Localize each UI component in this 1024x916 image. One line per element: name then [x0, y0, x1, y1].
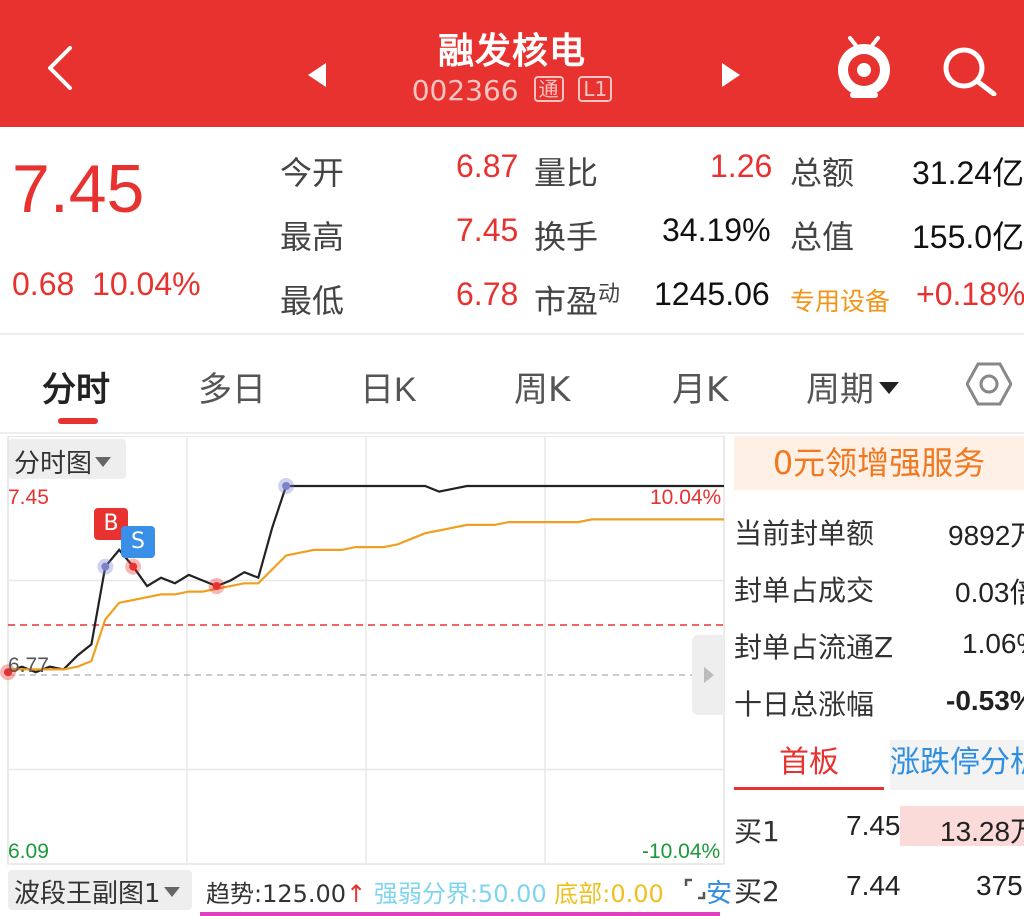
signal-dot [129, 562, 138, 571]
stat-value-turnover-amount: 31.24亿 [912, 155, 1024, 191]
stat-label-turnover-amount: 总额 [790, 154, 855, 192]
sector-change: +0.18% [916, 276, 1024, 312]
chevron-right-icon [704, 667, 714, 683]
axis-price-high: 7.45 [8, 486, 49, 509]
stat-value-market-cap: 155.0亿 [912, 219, 1024, 255]
caret-down-icon [879, 382, 899, 394]
signal-dot [101, 562, 110, 571]
tab-indicator [58, 418, 98, 424]
ten-day-change-label: 十日总涨幅 [734, 688, 875, 721]
stat-label-low: 最低 [280, 282, 345, 320]
search-icon[interactable] [940, 44, 998, 96]
stat-label-turnover-rate: 换手 [534, 218, 599, 256]
ten-day-change-value: -0.53% [946, 685, 1024, 716]
stat-label-high: 最高 [280, 218, 345, 256]
stat-value-low: 6.78 [456, 276, 519, 312]
bid2-label: 买2 [734, 875, 780, 908]
bid1-volume: 13.28万 [940, 816, 1024, 847]
stat-label-volume-ratio: 量比 [534, 154, 599, 192]
divider [0, 432, 1024, 434]
stat-value-high: 7.45 [456, 212, 519, 248]
strength-value: 50.00 [477, 880, 547, 908]
axis-pct-low: -10.04% [642, 840, 721, 863]
tab-period-label: 周期 [806, 370, 874, 410]
stat-value-volume-ratio: 1.26 [710, 148, 773, 184]
seal-amount-value: 9892万 [948, 520, 1024, 551]
stat-value-turnover-rate: 34.19% [662, 212, 771, 248]
trend-value: 125.00 [262, 880, 347, 908]
tab-period[interactable]: 周期 [806, 362, 900, 411]
seal-vs-volume-value: 0.03倍 [955, 577, 1024, 608]
stat-label-open: 今开 [280, 154, 345, 192]
bottom-label: 底部: [554, 880, 611, 908]
current-price: 7.45 [12, 151, 145, 227]
next-stock-icon[interactable] [720, 62, 742, 88]
price-change: 0.68 10.04% [12, 266, 201, 303]
subchart-label: 波段王副图1 [14, 879, 161, 909]
subchart-bar [200, 912, 720, 916]
bid1-price: 7.45 [846, 810, 901, 841]
settings-hex-icon[interactable] [966, 362, 1012, 406]
bid1-label: 买1 [734, 815, 780, 848]
level-tag: L1 [578, 76, 613, 102]
stock-code: 002366 [411, 74, 519, 107]
strength-label: 强弱分界: [373, 880, 478, 908]
axis-price-low: 6.09 [8, 840, 49, 863]
seal-vs-volume-label: 封单占成交 [734, 574, 875, 607]
signal-dot [282, 482, 291, 490]
seal-amount-label: 当前封单额 [734, 517, 875, 550]
seal-vs-float-value: 1.06% [962, 628, 1024, 659]
divider [0, 333, 1024, 335]
stat-value-pe: 1245.06 [654, 276, 770, 312]
promo-banner[interactable]: 0元领增强服务 [734, 436, 1024, 490]
tab-monthly-k[interactable]: 月K [672, 362, 728, 411]
sell-marker[interactable]: S [121, 526, 155, 558]
up-arrow-icon: ↑ [346, 880, 367, 908]
tab-intraday[interactable]: 分时 [42, 362, 110, 411]
seal-vs-float-label: 封单占流通Z [734, 631, 894, 664]
sector-link[interactable]: 专用设备 [790, 282, 890, 318]
tab-first-board[interactable]: 首板 [734, 740, 884, 790]
intraday-chart[interactable] [0, 436, 730, 866]
stat-label-pe: 市盈动 [534, 282, 621, 321]
tab-daily-k[interactable]: 日K [360, 362, 417, 411]
axis-price-base: 6.77 [8, 654, 49, 677]
chart-grid [7, 436, 725, 865]
trend-label: 趋势: [206, 880, 263, 908]
change-value: 0.68 [12, 266, 75, 302]
bid2-volume: 375 [976, 870, 1023, 901]
mascot-icon[interactable] [832, 34, 896, 100]
panel-collapse-button[interactable] [692, 635, 724, 715]
axis-pct-high: 10.04% [650, 486, 722, 509]
connect-tag: 通 [533, 76, 564, 102]
tab-weekly-k[interactable]: 周K [514, 362, 570, 411]
stat-label-market-cap: 总值 [790, 218, 855, 256]
bottom-value: 0.00 [610, 880, 664, 908]
signal-dot [212, 582, 221, 591]
change-percent: 10.04% [92, 266, 201, 302]
bid2-price: 7.44 [846, 870, 901, 901]
subchart-indicators: 趋势:125.00↑ 强弱分界:50.00 底部:0.00 [206, 874, 664, 909]
caret-down-icon [163, 887, 180, 897]
tab-limit-analysis[interactable]: 涨跌停分析 [890, 740, 1024, 790]
stat-value-open: 6.87 [456, 148, 519, 184]
subchart-selector[interactable]: 波段王副图1 [8, 870, 192, 910]
tab-multi-day[interactable]: 多日 [198, 362, 266, 411]
safety-label: 安 [706, 879, 733, 909]
expand-icon[interactable] [684, 878, 706, 900]
